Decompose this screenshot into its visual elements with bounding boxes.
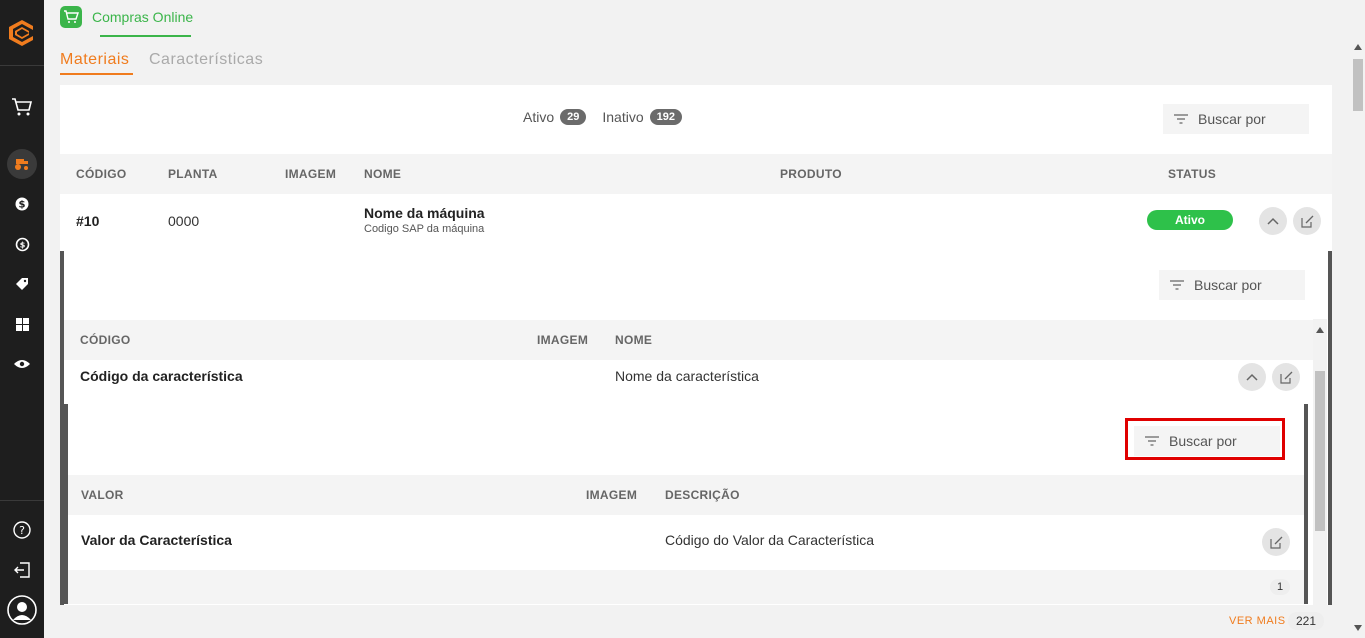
highlight-box — [1125, 418, 1285, 460]
search-input-characteristics[interactable]: Buscar por — [1159, 270, 1305, 300]
filter-icon — [1169, 279, 1185, 291]
status-counts: Ativo 29 Inativo 192 — [523, 109, 698, 125]
col-planta: PLANTA — [168, 167, 218, 181]
edit-button[interactable] — [1262, 528, 1290, 556]
tractor-icon — [15, 159, 28, 170]
app-cart-badge[interactable] — [60, 6, 82, 28]
ativo-count-badge: 29 — [560, 109, 587, 125]
tab-materiais[interactable]: Materiais — [60, 51, 129, 69]
materials-card: Ativo 29 Inativo 192 Buscar por CÓDIGO P… — [60, 85, 1332, 605]
svg-text:$: $ — [19, 200, 26, 211]
edit-button[interactable] — [1293, 207, 1321, 235]
cart-icon — [12, 98, 33, 116]
tab-caracteristicas[interactable]: Características — [149, 51, 263, 69]
inativo-count-badge: 192 — [649, 109, 682, 125]
edit-icon — [1279, 371, 1292, 384]
scroll-up-icon — [1316, 327, 1324, 333]
edit-button[interactable] — [1272, 363, 1300, 391]
inner-scroll-thumb[interactable] — [1315, 371, 1325, 531]
sidebar-item-cart[interactable] — [0, 93, 44, 121]
row-codigo: #10 — [76, 213, 100, 229]
cart-icon — [64, 10, 79, 23]
col-nome: NOME — [615, 333, 653, 347]
chevron-up-icon — [1267, 217, 1279, 225]
row-nome-sub: Codigo SAP da máquina — [364, 223, 485, 235]
col-imagem: IMAGEM — [537, 333, 589, 347]
col-nome: NOME — [364, 167, 402, 181]
col-codigo: CÓDIGO — [76, 167, 127, 181]
characteristics-table-header: CÓDIGO IMAGEM NOME — [64, 320, 1313, 360]
edit-icon — [1300, 215, 1313, 228]
sidebar-item-help[interactable]: ? — [0, 516, 44, 544]
top-bar: Compras Online — [44, 0, 1365, 37]
search-placeholder: Buscar por — [1194, 277, 1262, 293]
col-descricao: DESCRIÇÃO — [665, 488, 740, 502]
materials-table-header: CÓDIGO PLANTA IMAGEM NOME PRODUTO STATUS — [60, 154, 1332, 194]
sidebar-item-logout[interactable] — [0, 556, 44, 584]
page-scrollbar[interactable] — [1351, 37, 1365, 638]
filter-icon — [1173, 113, 1189, 125]
eye-icon — [14, 360, 30, 368]
row-nome: Nome da máquina — [364, 205, 485, 221]
page-scroll-thumb[interactable] — [1353, 59, 1363, 111]
sidebar-item-exchange[interactable]: $ — [0, 230, 44, 258]
svg-text:?: ? — [19, 524, 25, 537]
ver-mais-link[interactable]: VER MAIS — [1229, 615, 1286, 627]
chevron-up-icon — [1246, 373, 1258, 381]
sidebar-item-catalog[interactable] — [0, 310, 44, 338]
scroll-up-icon — [1354, 44, 1362, 50]
col-valor: VALOR — [81, 488, 124, 502]
tag-icon — [16, 278, 28, 290]
status-badge: Ativo — [1147, 210, 1233, 230]
table-row[interactable]: #10 0000 Nome da máquina Codigo SAP da m… — [60, 195, 1332, 251]
logo-icon — [9, 19, 33, 46]
inner-scrollbar[interactable] — [1313, 319, 1327, 605]
sidebar-item-view[interactable] — [0, 350, 44, 378]
total-count-badge: 221 — [1288, 612, 1325, 630]
logout-icon — [14, 562, 30, 578]
search-placeholder: Buscar por — [1198, 111, 1266, 127]
col-imagem: IMAGEM — [285, 167, 337, 181]
sidebar-item-profile[interactable] — [0, 594, 44, 626]
sidebar-item-machines[interactable] — [0, 148, 44, 180]
user-icon — [7, 595, 37, 625]
inativo-label[interactable]: Inativo — [602, 109, 643, 125]
grid-icon — [15, 317, 29, 331]
char-nome: Nome da característica — [615, 368, 759, 384]
page-count-badge: 1 — [1270, 579, 1291, 595]
col-codigo: CÓDIGO — [80, 333, 131, 347]
collapse-button[interactable] — [1259, 207, 1287, 235]
sidebar-divider — [0, 500, 44, 501]
exchange-icon: $ — [15, 237, 29, 251]
value-descricao: Código do Valor da Característica — [665, 532, 875, 548]
collapse-button[interactable] — [1238, 363, 1266, 391]
dollar-icon: $ — [15, 197, 29, 211]
help-icon: ? — [13, 521, 31, 539]
values-table-header: VALOR IMAGEM DESCRIÇÃO — [68, 475, 1304, 515]
search-input-materials[interactable]: Buscar por — [1163, 104, 1309, 134]
values-panel: Buscar por VALOR IMAGEM DESCRIÇÃO Valor … — [64, 404, 1308, 604]
scroll-down-icon — [1354, 625, 1362, 631]
values-footer: 1 — [68, 570, 1304, 604]
col-status: STATUS — [1168, 167, 1217, 181]
brand-logo[interactable] — [0, 0, 44, 66]
sidebar-item-finance[interactable]: $ — [0, 190, 44, 218]
col-imagem: IMAGEM — [586, 488, 638, 502]
svg-text:$: $ — [19, 240, 25, 249]
sidebar-item-tags[interactable] — [0, 270, 44, 298]
sidebar: $ $ ? — [0, 0, 44, 638]
value-valor: Valor da Característica — [81, 532, 232, 548]
app-tab-indicator — [100, 35, 191, 37]
col-produto: PRODUTO — [780, 167, 842, 181]
ativo-label[interactable]: Ativo — [523, 109, 554, 125]
char-codigo: Código da característica — [80, 368, 243, 384]
app-title[interactable]: Compras Online — [92, 9, 193, 25]
active-tab-underline — [60, 73, 133, 75]
row-planta: 0000 — [168, 213, 200, 229]
edit-icon — [1269, 536, 1282, 549]
